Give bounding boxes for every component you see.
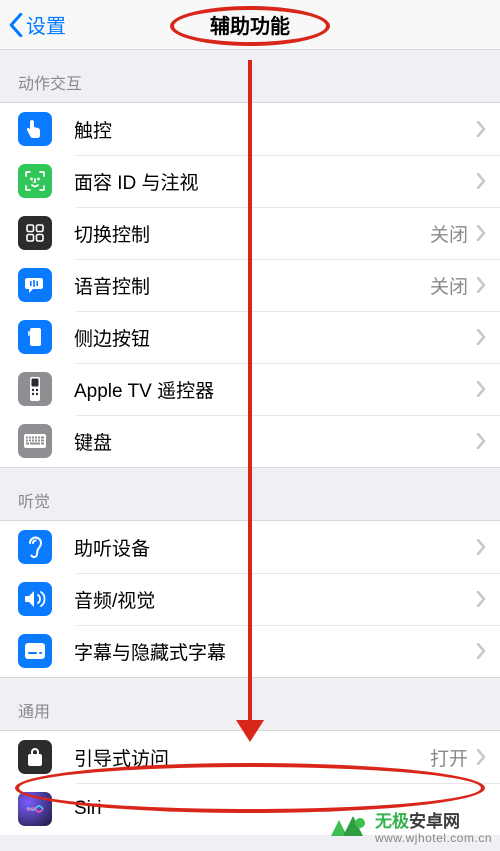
touch-icon (18, 112, 52, 146)
back-label: 设置 (26, 10, 66, 39)
chevron-right-icon (476, 121, 486, 137)
faceid-icon (18, 164, 52, 198)
row-label: Apple TV 遥控器 (74, 376, 476, 403)
chevron-right-icon (476, 225, 486, 241)
watermark: 无极安卓网 www.wjhotel.com.cn (325, 813, 492, 845)
row-label: 引导式访问 (74, 744, 430, 771)
row-status: 打开 (430, 744, 468, 771)
screen: 设置 辅助功能 动作交互 触控 面容 ID 与注视 切换控制 关闭 (0, 0, 500, 851)
annotation-arrow-line (248, 60, 252, 730)
chevron-left-icon (8, 13, 24, 37)
keyboard-icon (18, 424, 52, 458)
chevron-right-icon (476, 643, 486, 659)
appletv-remote-icon (18, 372, 52, 406)
chevron-right-icon (476, 173, 486, 189)
guided-access-icon (18, 740, 52, 774)
row-label: 助听设备 (74, 534, 476, 561)
chevron-right-icon (476, 749, 486, 765)
back-button[interactable]: 设置 (8, 0, 66, 49)
chevron-right-icon (476, 329, 486, 345)
row-status: 关闭 (430, 272, 468, 299)
navbar: 设置 辅助功能 (0, 0, 500, 50)
row-label: 面容 ID 与注视 (74, 168, 476, 195)
row-status: 关闭 (430, 220, 468, 247)
switch-control-icon (18, 216, 52, 250)
row-label: 侧边按钮 (74, 324, 476, 351)
chevron-right-icon (476, 433, 486, 449)
chevron-right-icon (476, 277, 486, 293)
page-title: 辅助功能 (210, 10, 290, 39)
side-button-icon (18, 320, 52, 354)
watermark-logo-icon (325, 814, 369, 844)
chevron-right-icon (476, 591, 486, 607)
watermark-text: 无极安卓网 www.wjhotel.com.cn (375, 813, 492, 845)
watermark-url: www.wjhotel.com.cn (375, 832, 492, 845)
row-label: 键盘 (74, 428, 476, 455)
watermark-brand: 无极安卓网 (375, 813, 492, 832)
audio-visual-icon (18, 582, 52, 616)
subtitles-icon (18, 634, 52, 668)
voice-control-icon (18, 268, 52, 302)
row-label: 字幕与隐藏式字幕 (74, 638, 476, 665)
annotation-arrow-head (236, 720, 264, 742)
row-label: 触控 (74, 116, 476, 143)
row-label: 音频/视觉 (74, 586, 476, 613)
chevron-right-icon (476, 381, 486, 397)
hearing-devices-icon (18, 530, 52, 564)
siri-icon (18, 792, 52, 826)
chevron-right-icon (476, 539, 486, 555)
